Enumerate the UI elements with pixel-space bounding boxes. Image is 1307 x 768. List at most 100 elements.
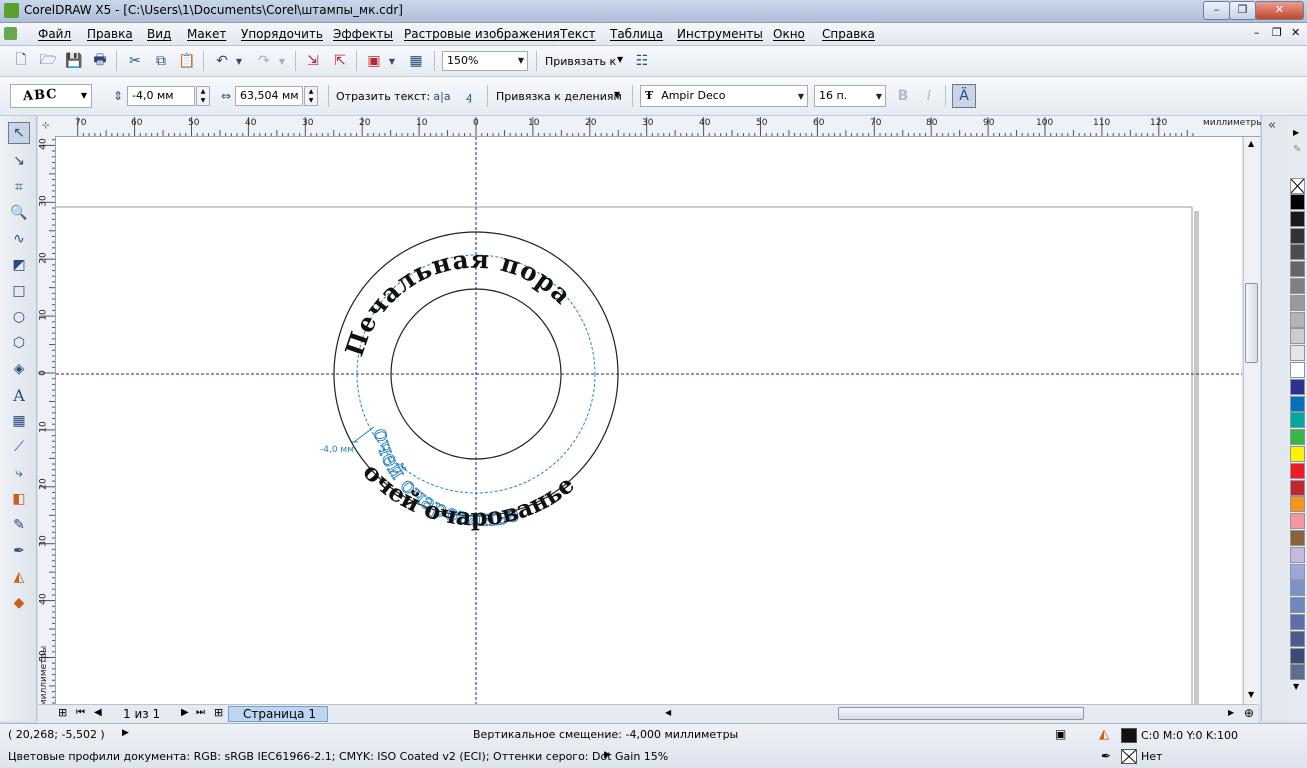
dimension-tool-icon[interactable]: ⟋ [8, 436, 30, 458]
text-tool-icon[interactable]: A [8, 384, 30, 406]
close-button[interactable]: ✕ [1255, 1, 1304, 20]
menu-arrange[interactable]: Упорядочить [241, 27, 323, 41]
color-swatch[interactable] [1290, 580, 1305, 596]
coreldraw-logo-icon[interactable] [4, 3, 19, 18]
crop-tool-icon[interactable]: ⌗ [8, 176, 30, 198]
options-icon[interactable]: ☷ [632, 51, 652, 71]
add-page-after-icon[interactable]: ⊞ [214, 706, 223, 719]
color-swatch[interactable] [1290, 244, 1305, 260]
menu-window[interactable]: Окно [773, 27, 805, 41]
menu-edit[interactable]: Правка [87, 27, 133, 41]
last-page-icon[interactable]: ⏭ [196, 707, 205, 718]
scroll-down-icon[interactable]: ▼ [1248, 690, 1254, 699]
italic-icon[interactable]: I [919, 86, 939, 106]
color-swatch[interactable] [1290, 211, 1305, 227]
font-family-combo[interactable]: ŦAmpir Deco ▼ [640, 85, 808, 107]
application-launcher-icon[interactable]: ▣ [364, 51, 384, 71]
copy-icon[interactable]: ⧉ [151, 51, 171, 71]
polygon-tool-icon[interactable]: ⬡ [8, 332, 30, 354]
color-swatch[interactable] [1290, 379, 1305, 395]
doc-minimize-button[interactable]: – [1254, 26, 1260, 39]
mirror-horizontal-icon[interactable]: a|a [432, 86, 452, 106]
menu-help[interactable]: Справка [822, 27, 875, 41]
launcher-dropdown-icon[interactable]: ▼ [386, 51, 398, 71]
zoom-tool-icon[interactable]: 🔍 [8, 202, 30, 224]
color-swatch[interactable] [1290, 228, 1305, 244]
add-page-before-icon[interactable]: ⊞ [58, 706, 67, 719]
color-swatch[interactable] [1290, 648, 1305, 664]
menu-text[interactable]: Текст [560, 27, 596, 41]
color-swatch[interactable] [1290, 312, 1305, 328]
redo-icon[interactable]: ↷ [254, 51, 274, 71]
rectangle-tool-icon[interactable]: □ [8, 280, 30, 302]
menu-tools[interactable]: Инструменты [677, 27, 763, 41]
fill-tool-icon[interactable]: ◭ [8, 566, 30, 588]
zoom-combo[interactable]: 150% ▼ [442, 51, 528, 71]
offset-spinner[interactable]: ▲▼ [196, 86, 210, 106]
color-swatch[interactable] [1290, 194, 1305, 210]
color-swatch[interactable] [1290, 429, 1305, 445]
color-swatch[interactable] [1290, 547, 1305, 563]
color-swatch[interactable] [1290, 362, 1305, 378]
color-swatch[interactable] [1290, 597, 1305, 613]
basic-shapes-tool-icon[interactable]: ◈ [8, 358, 30, 380]
menu-file[interactable]: Файл [38, 27, 71, 41]
distance-spinner[interactable]: ▲▼ [304, 86, 318, 106]
color-swatch[interactable] [1290, 480, 1305, 496]
fill-color-swatch[interactable] [1121, 728, 1137, 743]
color-swatch[interactable] [1290, 631, 1305, 647]
open-folder-icon[interactable]: 🗁 [38, 51, 58, 71]
color-swatch[interactable] [1290, 345, 1305, 361]
chevron-down-icon[interactable]: ▼ [617, 55, 623, 64]
navigator-icon[interactable]: ⊕ [1244, 706, 1254, 720]
welcome-screen-icon[interactable]: ▦ [406, 51, 426, 71]
print-icon[interactable]: 🖶 [90, 51, 110, 71]
top-path-text[interactable]: Печальная пора [340, 245, 578, 360]
menu-layout[interactable]: Макет [187, 27, 226, 41]
bold-icon[interactable]: B [893, 86, 913, 106]
snap-mode-button[interactable]: Привязка к делениям [496, 90, 622, 103]
doc-restore-button[interactable]: ❐ [1272, 26, 1282, 39]
color-swatch[interactable] [1290, 564, 1305, 580]
freehand-tool-icon[interactable]: ∿ [8, 228, 30, 250]
no-color-swatch[interactable] [1290, 178, 1305, 194]
color-swatch[interactable] [1290, 530, 1305, 546]
status-expand-icon[interactable]: ▶ [122, 728, 129, 738]
palette-scroll-up-icon[interactable]: ▶ [1293, 128, 1299, 137]
menu-table[interactable]: Таблица [610, 27, 663, 41]
undo-icon[interactable]: ↶ [212, 51, 232, 71]
drawing-canvas[interactable]: Печальная пора очей очарованье очей очар… [56, 137, 1242, 704]
page-tab[interactable]: Страница 1 [228, 706, 328, 722]
horizontal-scrollbar[interactable]: ◀ ▶ ⊕ [658, 704, 1258, 723]
snap-to-button[interactable]: Привязать к [545, 55, 616, 68]
blend-tool-icon[interactable]: ◧ [8, 488, 30, 510]
scroll-left-icon[interactable]: ◀ [665, 708, 671, 717]
vertical-scroll-thumb[interactable] [1245, 283, 1258, 363]
paste-icon[interactable]: 📋 [177, 51, 197, 71]
previous-page-icon[interactable]: ◀ [94, 707, 102, 718]
new-document-icon[interactable]: 🗋 [11, 51, 31, 71]
ellipse-tool-icon[interactable]: ○ [8, 306, 30, 328]
next-page-icon[interactable]: ▶ [181, 707, 189, 718]
outline-pen-tool-icon[interactable]: ✒ [8, 540, 30, 562]
color-swatch[interactable] [1290, 261, 1305, 277]
interactive-fill-tool-icon[interactable]: ◆ [8, 592, 30, 614]
color-swatch[interactable] [1290, 328, 1305, 344]
export-icon[interactable]: ⇱ [330, 51, 350, 71]
first-page-icon[interactable]: ⏮ [76, 707, 85, 718]
vertical-scrollbar[interactable]: ▲ ▼ [1243, 137, 1260, 704]
palette-eyedropper-icon[interactable]: ✎ [1293, 144, 1301, 155]
pick-tool-icon[interactable]: ↖ [8, 122, 30, 144]
color-swatch[interactable] [1290, 396, 1305, 412]
horizontal-scroll-thumb[interactable] [838, 707, 1084, 720]
save-icon[interactable]: 💾 [64, 51, 84, 71]
smart-fill-tool-icon[interactable]: ◩ [8, 254, 30, 276]
profiles-expand-icon[interactable]: ▶ [604, 750, 611, 760]
horizontal-ruler[interactable]: ⊹ 70 60 50 40 30 20 10 0 10 20 30 40 50 … [38, 116, 1260, 137]
chevron-down-icon[interactable]: ▼ [614, 90, 620, 99]
menu-view[interactable]: Вид [147, 27, 171, 41]
shape-tool-icon[interactable]: ↘ [8, 150, 30, 172]
drawing-surface[interactable]: Печальная пора очей очарованье очей очар… [56, 137, 1242, 704]
scroll-up-icon[interactable]: ▲ [1248, 139, 1254, 148]
scroll-right-icon[interactable]: ▶ [1228, 708, 1234, 717]
